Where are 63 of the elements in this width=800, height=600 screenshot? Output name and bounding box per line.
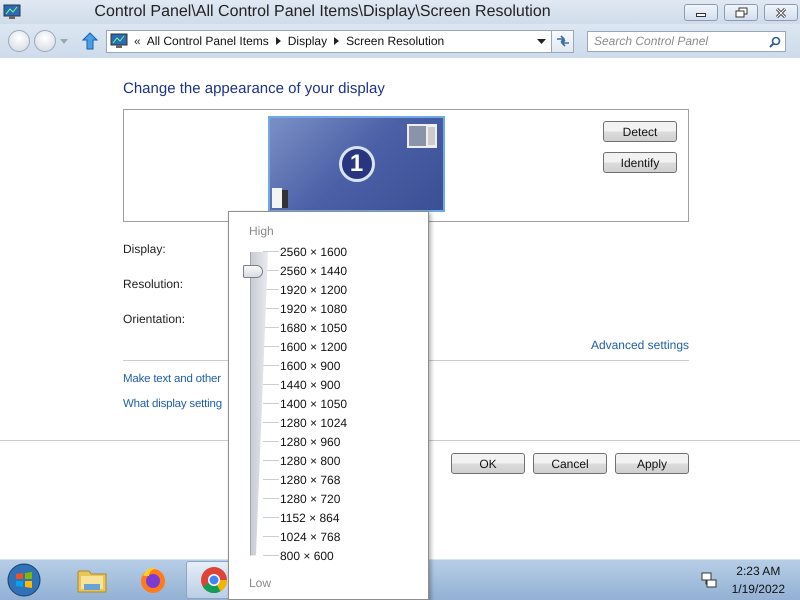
resolution-option[interactable]: 2560 × 1600	[280, 244, 348, 258]
help-link[interactable]: What display setting	[123, 398, 222, 410]
window-thumbnail-icon	[272, 188, 288, 208]
resolution-option[interactable]: 1280 × 768	[280, 472, 340, 486]
help-link[interactable]: Make text and other	[123, 373, 221, 385]
advanced-settings-link[interactable]: Advanced settings	[590, 338, 689, 352]
clock-date[interactable]: 1/19/2022	[732, 582, 785, 596]
close-icon	[773, 6, 789, 18]
resolution-option[interactable]: 1280 × 720	[280, 492, 340, 506]
monitor-icon	[3, 4, 21, 20]
search-icon	[769, 36, 781, 48]
up-arrow-icon[interactable]	[82, 32, 98, 50]
dropdown-caret-icon[interactable]	[537, 38, 546, 44]
field-label: Orientation:	[123, 312, 186, 326]
breadcrumb[interactable]: All Control Panel Items	[146, 34, 269, 48]
resolution-option[interactable]: 1920 × 1080	[280, 302, 348, 316]
dialog-button[interactable]: OK	[451, 453, 525, 474]
breadcrumb-arrow-icon[interactable]	[276, 37, 281, 45]
resolution-option[interactable]: 1680 × 1050	[280, 320, 348, 334]
resolution-option[interactable]: 1400 × 1050	[280, 396, 348, 410]
resolution-option[interactable]: 1600 × 1200	[280, 340, 348, 354]
resolution-option[interactable]: 800 × 600	[280, 548, 334, 562]
dialog-button[interactable]: Cancel	[533, 453, 607, 474]
minimize-icon	[696, 12, 706, 16]
breadcrumb-arrow-icon[interactable]	[334, 37, 340, 45]
refresh-button[interactable]	[552, 30, 574, 52]
window-thumbnail-icon	[407, 124, 437, 148]
window-title: Control Panel\All Control Panel Items\Display\Screen Resolution	[93, 3, 552, 21]
dialog-button[interactable]: Apply	[615, 453, 689, 474]
breadcrumb[interactable]: Display	[288, 34, 328, 48]
resolution-option[interactable]: 1024 × 768	[280, 530, 340, 544]
breadcrumb-chevron[interactable]: «	[134, 34, 141, 48]
close-button[interactable]	[764, 4, 798, 20]
slider-thumb[interactable]	[243, 264, 263, 278]
minimize-button[interactable]	[684, 4, 718, 20]
monitor-number: 1	[338, 146, 374, 182]
breadcrumb[interactable]: Screen Resolution	[346, 34, 444, 48]
resolution-option[interactable]: 1440 × 900	[280, 378, 340, 392]
resolution-option[interactable]: 1920 × 1200	[280, 282, 348, 296]
address-bar[interactable]: « All Control Panel Items Display Screen Resolution	[106, 30, 552, 52]
refresh-icon	[556, 35, 570, 47]
field-label: Resolution:	[123, 277, 184, 291]
slider-track[interactable]	[250, 252, 268, 556]
resolution-option[interactable]: 1152 × 864	[280, 510, 340, 524]
monitor-preview[interactable]: 1	[268, 116, 445, 212]
resolution-option[interactable]: 1600 × 900	[280, 358, 340, 372]
resolution-option[interactable]: 2560 × 1440	[280, 264, 348, 278]
monitor-icon	[110, 33, 128, 49]
resolution-option[interactable]: 1280 × 960	[280, 434, 340, 448]
monitor-button[interactable]: Identify	[603, 152, 677, 173]
field-label: Display:	[123, 242, 166, 256]
monitor-button[interactable]: Detect	[603, 121, 677, 142]
restore-button[interactable]	[724, 4, 758, 20]
start-orb-icon	[7, 563, 41, 597]
page-heading: Change the appearance of your display	[123, 80, 386, 98]
network-icon[interactable]	[700, 571, 718, 589]
resolution-option[interactable]: 1280 × 1024	[280, 416, 348, 430]
low-label: Low	[249, 576, 272, 590]
resolution-option[interactable]: 1280 × 800	[280, 454, 340, 468]
search-field[interactable]: Search Control Panel	[587, 30, 786, 52]
high-label: High	[249, 224, 275, 238]
restore-icon	[733, 6, 749, 18]
clock-time[interactable]: 2:23 AM	[736, 564, 780, 578]
